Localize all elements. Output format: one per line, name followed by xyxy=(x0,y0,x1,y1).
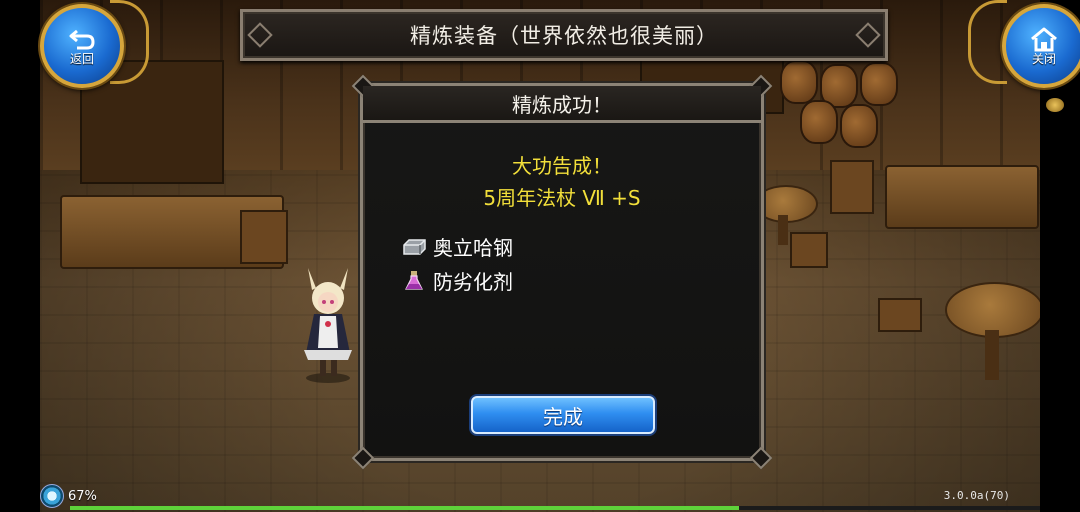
banner-ornament xyxy=(855,22,881,48)
material-item: 防劣化剂 xyxy=(401,266,513,295)
battery-text: 67% xyxy=(68,488,97,504)
left-letterbox xyxy=(0,0,40,512)
confirm-label: 完成 xyxy=(543,404,583,429)
material-item: 奥立哈钢 xyxy=(401,232,513,261)
header-banner: 精炼装备（世界依然也很美丽） xyxy=(240,9,888,61)
barrel xyxy=(780,60,818,104)
back-button[interactable]: 返回 xyxy=(40,4,124,88)
table-leg xyxy=(985,330,999,380)
stool xyxy=(878,298,922,332)
potion-icon xyxy=(405,270,423,290)
barrel xyxy=(800,100,838,144)
home-icon xyxy=(1031,27,1057,51)
loading-progress-bar xyxy=(70,506,1040,510)
refine-result-dialog: 精炼成功！ 大功告成！ 5周年法杖 Ⅶ +S 奥立哈钢 防劣化剂 完成 xyxy=(351,74,773,470)
wooden-table xyxy=(885,165,1039,229)
player-character[interactable] xyxy=(298,258,358,383)
stool xyxy=(790,232,828,268)
status-indicator: 67% xyxy=(40,484,97,508)
coin-icon xyxy=(1046,98,1064,112)
barrel xyxy=(840,104,878,148)
version-label: 3.0.0a(70) xyxy=(943,489,1010,502)
chair xyxy=(240,210,288,264)
ingot-icon xyxy=(403,238,426,255)
banner-ornament xyxy=(247,22,273,48)
result-message: 大功告成！ xyxy=(512,154,612,178)
close-label: 关闭 xyxy=(1031,51,1056,66)
confirm-button[interactable]: 完成 xyxy=(471,396,655,434)
back-arrow-icon xyxy=(69,29,95,49)
table-leg xyxy=(778,215,788,245)
dialog-title: 精炼成功！ xyxy=(512,92,612,117)
network-status-icon xyxy=(40,484,64,508)
material-label: 防劣化剂 xyxy=(433,270,513,294)
chair xyxy=(830,160,874,214)
material-label: 奥立哈钢 xyxy=(433,236,513,260)
page-title: 精炼装备（世界依然也很美丽） xyxy=(410,24,718,48)
refined-item-name: 5周年法杖 Ⅶ +S xyxy=(483,186,641,210)
dialog-header: 精炼成功！ xyxy=(363,86,761,123)
back-label: 返回 xyxy=(69,51,94,66)
barrel xyxy=(860,62,898,106)
loading-progress-fill xyxy=(70,506,740,510)
close-button[interactable]: 关闭 xyxy=(1002,4,1080,88)
